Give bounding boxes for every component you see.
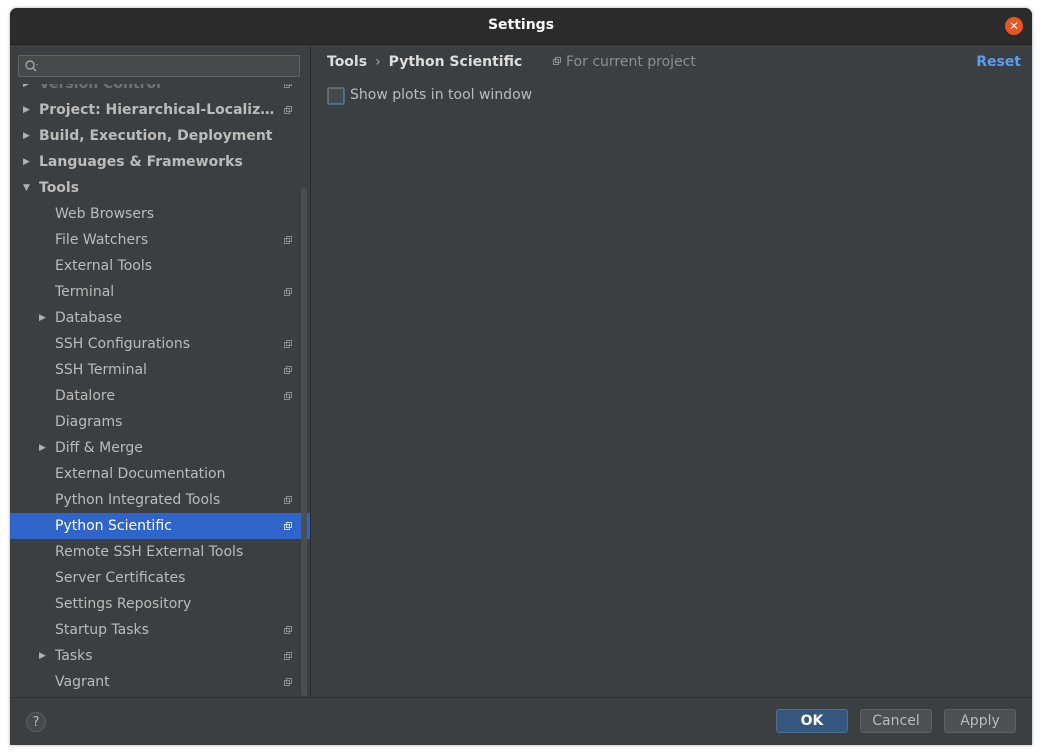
sidebar-item-label: SSH Terminal (55, 362, 147, 378)
sidebar-item-startup-tasks[interactable]: Startup Tasks (10, 617, 310, 643)
sidebar-item-label: Tasks (55, 648, 93, 664)
sidebar-item-server-certificates[interactable]: Server Certificates (10, 565, 310, 591)
sidebar-item-label: Terminal (55, 284, 115, 300)
sidebar-item-build-execution-deployment[interactable]: ▶ Build, Execution, Deployment (10, 123, 310, 149)
project-icon (284, 652, 292, 660)
sidebar-item-label: Python Integrated Tools (55, 492, 221, 508)
sidebar-item-label: External Tools (55, 258, 153, 274)
sidebar-item-python-scientific[interactable]: Python Scientific (10, 513, 310, 539)
sidebar-item-label: Datalore (55, 388, 115, 404)
project-icon (284, 522, 292, 530)
close-icon[interactable]: ✕ (1005, 17, 1023, 35)
sidebar-item-project-hierarchical-localiza[interactable]: ▶ Project: Hierarchical-Localiza... (10, 97, 310, 123)
sidebar-item-datalore[interactable]: Datalore (10, 383, 310, 409)
sidebar-item-label: Server Certificates (55, 570, 186, 586)
expand-right-icon[interactable]: ▶ (23, 149, 30, 175)
project-icon (284, 678, 292, 686)
expand-right-icon[interactable]: ▶ (23, 84, 30, 97)
sidebar-item-label: SSH Configurations (55, 336, 190, 352)
sidebar-item-external-documentation[interactable]: External Documentation (10, 461, 310, 487)
sidebar-item-label: Settings Repository (55, 596, 192, 612)
settings-sidebar: ▶ Version Control ▶ Project: Hierarchical-L… (10, 45, 311, 697)
dialog-title: Settings (487, 17, 555, 33)
project-icon (284, 84, 292, 88)
sidebar-item-label: Web Browsers (55, 206, 154, 222)
ok-button[interactable]: OK (776, 709, 848, 733)
sidebar-item-label: Version Control (39, 84, 161, 92)
sidebar-item-file-watchers[interactable]: File Watchers (10, 227, 310, 253)
sidebar-item-label: Vagrant (55, 674, 110, 690)
cancel-button[interactable]: Cancel (860, 709, 932, 733)
project-icon (553, 57, 562, 66)
breadcrumb-separator: › (375, 54, 381, 70)
settings-tree: ▶ Version Control ▶ Project: Hierarchical-L… (10, 84, 310, 697)
project-icon (284, 392, 292, 400)
sidebar-item-label: Tools (39, 180, 80, 196)
show-plots-checkbox[interactable] (328, 88, 344, 104)
sidebar-item-label: File Watchers (55, 232, 149, 248)
expand-right-icon[interactable]: ▶ (39, 305, 46, 331)
sidebar-item-remote-ssh-external-tools[interactable]: Remote SSH External Tools (10, 539, 310, 565)
expand-right-icon[interactable]: ▶ (39, 643, 46, 669)
sidebar-item-python-integrated-tools[interactable]: Python Integrated Tools (10, 487, 310, 513)
sidebar-item-languages-frameworks[interactable]: ▶ Languages & Frameworks (10, 149, 310, 175)
project-icon (284, 236, 292, 244)
sidebar-item-diagrams[interactable]: Diagrams (10, 409, 310, 435)
expand-right-icon[interactable]: ▶ (23, 123, 30, 149)
sidebar-item-diff-merge[interactable]: ▶ Diff & Merge (10, 435, 310, 461)
sidebar-item-label: Project: Hierarchical-Localiza... (39, 102, 276, 118)
search-input[interactable] (18, 55, 300, 77)
title-bar: Settings ✕ (10, 8, 1032, 45)
project-icon (284, 288, 292, 296)
sidebar-item-label: Build, Execution, Deployment (39, 128, 273, 144)
sidebar-item-tasks[interactable]: ▶ Tasks (10, 643, 310, 669)
sidebar-item-tools[interactable]: ▼ Tools (10, 175, 310, 201)
sidebar-item-terminal[interactable]: Terminal (10, 279, 310, 305)
sidebar-item-web-browsers[interactable]: Web Browsers (10, 201, 310, 227)
apply-button[interactable]: Apply (944, 709, 1016, 733)
settings-content: Tools › Python Scientific For current proj… (311, 45, 1032, 697)
breadcrumb-current: Python Scientific (388, 54, 523, 70)
sidebar-item-label: Remote SSH External Tools (55, 544, 244, 560)
sidebar-item-database[interactable]: ▶ Database (10, 305, 310, 331)
expand-right-icon[interactable]: ▶ (23, 97, 30, 123)
sidebar-scrollbar[interactable] (301, 188, 307, 696)
project-icon (284, 366, 292, 374)
sidebar-item-label: Languages & Frameworks (39, 154, 243, 170)
sidebar-item-label: Diff & Merge (55, 440, 143, 456)
sidebar-item-label: Startup Tasks (55, 622, 149, 638)
settings-dialog: Settings ✕ ▶ Version Control ▶ Project: Hie… (10, 8, 1032, 745)
help-button[interactable]: ? (26, 712, 46, 732)
sidebar-item-label: Database (55, 310, 122, 326)
scope-label: For current project (566, 54, 696, 70)
breadcrumb-parent[interactable]: Tools (327, 54, 367, 70)
search-icon (25, 60, 38, 72)
scope-indicator: For current project (553, 54, 696, 70)
sidebar-item-settings-repository[interactable]: Settings Repository (10, 591, 310, 617)
project-icon (284, 626, 292, 634)
sidebar-item-label: External Documentation (55, 466, 226, 482)
sidebar-item-ssh-configurations[interactable]: SSH Configurations (10, 331, 310, 357)
show-plots-label[interactable]: Show plots in tool window (350, 87, 532, 103)
project-icon (284, 106, 292, 114)
reset-link[interactable]: Reset (976, 54, 1021, 70)
sidebar-item-ssh-terminal[interactable]: SSH Terminal (10, 357, 310, 383)
sidebar-item-external-tools[interactable]: External Tools (10, 253, 310, 279)
project-icon (284, 496, 292, 504)
sidebar-item-vagrant[interactable]: Vagrant (10, 669, 310, 695)
dialog-footer: ? OK Cancel Apply (10, 697, 1032, 745)
sidebar-item-label: Python Scientific (55, 518, 172, 534)
project-icon (284, 340, 292, 348)
breadcrumb: Tools › Python Scientific (327, 54, 522, 70)
expand-right-icon[interactable]: ▶ (39, 435, 46, 461)
sidebar-item-label: Diagrams (55, 414, 123, 430)
sidebar-item-version-control[interactable]: ▶ Version Control (10, 84, 310, 97)
expand-down-icon[interactable]: ▼ (23, 175, 30, 201)
